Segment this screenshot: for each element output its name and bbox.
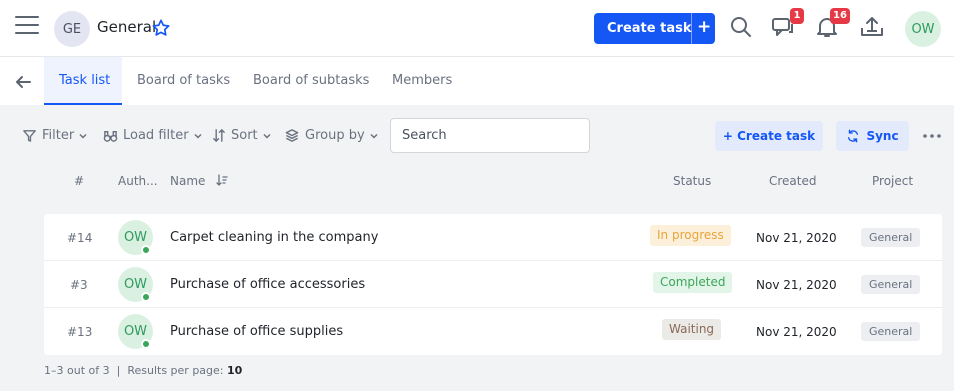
group-by-label: Group by: [305, 128, 365, 143]
back-arrow-icon[interactable]: [12, 71, 34, 93]
sync-button[interactable]: Sync: [836, 121, 909, 151]
filter-label: Filter: [42, 128, 75, 143]
task-number: #13: [67, 325, 93, 339]
tab-board-of-subtasks[interactable]: Board of subtasks: [253, 73, 369, 88]
status-badge: Completed: [653, 272, 733, 293]
online-status-dot: [141, 292, 151, 302]
results-per-page-label: Results per page:: [127, 364, 224, 377]
project-badge: General: [861, 275, 921, 294]
results-per-page-value[interactable]: 10: [227, 364, 242, 377]
column-header-status[interactable]: Status: [673, 174, 711, 188]
column-header-author[interactable]: Auth...: [118, 174, 158, 188]
load-filter-button[interactable]: Load filter: [103, 128, 203, 143]
tab-task-list[interactable]: Task list: [59, 73, 110, 88]
task-name[interactable]: Purchase of office supplies: [170, 324, 343, 339]
tab-bar: Task list Board of tasks Board of subtas…: [0, 57, 954, 105]
chevron-down-icon: [370, 133, 378, 139]
search-input[interactable]: [390, 118, 590, 153]
messages-badge: 1: [790, 8, 804, 24]
project-title: General: [97, 18, 157, 36]
toolbar-create-task-button[interactable]: + Create task: [715, 121, 823, 151]
search-icon[interactable]: [728, 14, 754, 40]
task-name[interactable]: Carpet cleaning in the company: [170, 230, 378, 245]
table-row[interactable]: #3 OW Purchase of office accessories Com…: [44, 261, 942, 308]
chevron-down-icon: [79, 133, 87, 139]
tab-members[interactable]: Members: [392, 73, 452, 88]
status-badge: Waiting: [662, 319, 722, 340]
top-header: GE General Create task + 1 16 OW: [0, 0, 954, 57]
footer-separator: |: [116, 364, 121, 377]
group-by-button[interactable]: Group by: [284, 128, 379, 143]
chevron-down-icon: [263, 133, 271, 139]
online-status-dot: [141, 339, 151, 349]
column-header-number[interactable]: #: [74, 174, 84, 188]
button-divider: [691, 13, 692, 44]
load-filter-label: Load filter: [123, 128, 189, 143]
tab-board-of-tasks[interactable]: Board of tasks: [137, 73, 230, 88]
binoculars-icon: [103, 131, 118, 142]
upload-tray-icon[interactable]: [859, 14, 885, 40]
created-date: Nov 21, 2020: [756, 231, 837, 245]
user-avatar[interactable]: OW: [905, 11, 941, 47]
created-date: Nov 21, 2020: [756, 278, 837, 292]
column-header-name[interactable]: Name: [170, 174, 205, 188]
table-row[interactable]: #13 OW Purchase of office supplies Waiti…: [44, 308, 942, 355]
results-range: 1–3 out of 3: [44, 364, 110, 377]
sort-arrows-icon: [213, 128, 225, 143]
column-header-created[interactable]: Created: [769, 174, 817, 188]
pagination-footer: 1–3 out of 3 | Results per page: 10: [44, 364, 242, 377]
project-badge: General: [861, 228, 921, 247]
task-number: #3: [70, 278, 88, 292]
created-date: Nov 21, 2020: [756, 325, 837, 339]
notifications-badge: 16: [830, 8, 850, 24]
sort-ascending-icon[interactable]: [216, 174, 228, 186]
status-badge: In progress: [650, 225, 731, 246]
more-options-icon[interactable]: [922, 128, 942, 144]
online-status-dot: [141, 245, 151, 255]
task-name[interactable]: Purchase of office accessories: [170, 277, 365, 292]
project-badge: General: [861, 322, 921, 341]
sort-button[interactable]: Sort: [212, 128, 272, 143]
layers-icon: [285, 129, 299, 142]
project-avatar[interactable]: GE: [54, 11, 90, 47]
filter-button[interactable]: Filter: [22, 128, 88, 143]
task-number: #14: [67, 231, 93, 245]
sort-label: Sort: [231, 128, 258, 143]
menu-icon[interactable]: [15, 16, 39, 38]
task-table: #14 OW Carpet cleaning in the company In…: [44, 214, 942, 355]
create-task-button[interactable]: Create task +: [594, 13, 715, 44]
create-task-label: Create task: [607, 21, 692, 36]
create-task-plus-icon[interactable]: +: [697, 17, 711, 37]
chevron-down-icon: [194, 133, 202, 139]
table-row[interactable]: #14 OW Carpet cleaning in the company In…: [44, 214, 942, 261]
sync-icon: [848, 129, 859, 143]
column-header-project[interactable]: Project: [872, 174, 913, 188]
sync-label: Sync: [866, 129, 899, 143]
filter-icon: [23, 130, 36, 142]
star-icon[interactable]: [151, 18, 171, 38]
